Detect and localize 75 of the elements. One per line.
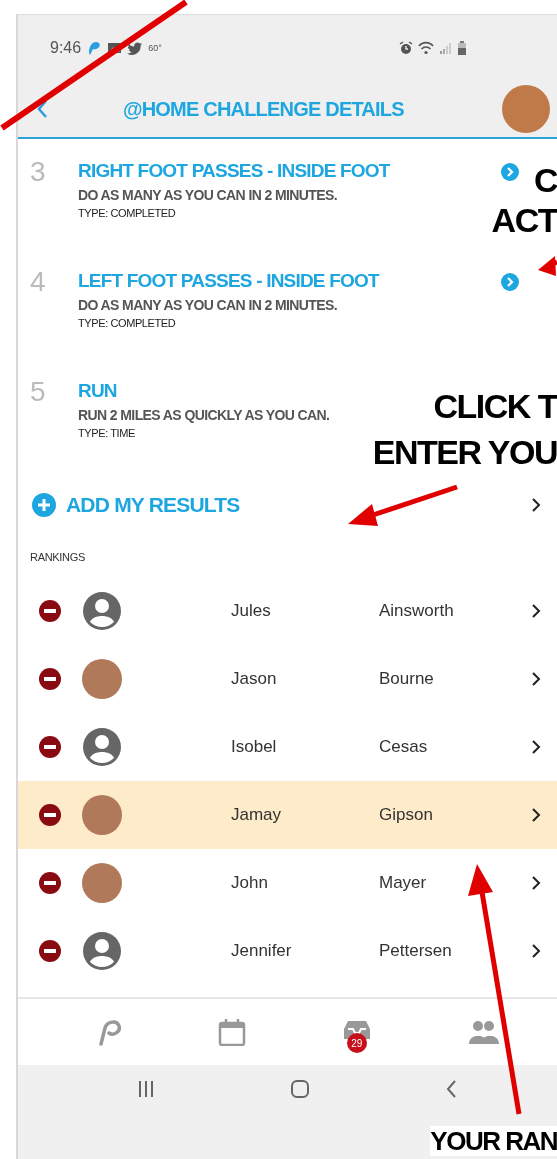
plus-circle-icon: [32, 493, 56, 517]
app-logo-icon: [86, 40, 103, 56]
back-icon[interactable]: [445, 1079, 457, 1099]
step-title: RUN: [78, 379, 117, 403]
step-number: 5: [29, 377, 47, 407]
user-icon: [82, 727, 122, 767]
remove-icon[interactable]: [39, 940, 61, 962]
notification-badge: 29: [346, 1033, 367, 1053]
remove-icon[interactable]: [39, 804, 61, 826]
avatar-photo-placeholder: [82, 795, 122, 835]
step-description: RUN 2 MILES AS QUICKLY AS YOU CAN.: [78, 406, 330, 425]
avatar-photo-placeholder[interactable]: [502, 85, 550, 133]
temperature-text: 60°: [148, 43, 162, 53]
wifi-icon: [418, 41, 434, 55]
step-type: TYPE: COMPLETED: [78, 316, 176, 331]
step-title: RIGHT FOOT PASSES - INSIDE FOOT: [78, 159, 390, 183]
ranking-row[interactable]: Jennifer Pettersen: [18, 917, 557, 985]
alarm-icon: [399, 41, 413, 55]
back-icon[interactable]: [36, 99, 48, 119]
last-name: Ainsworth: [379, 601, 455, 621]
chevron-circle-icon[interactable]: [501, 273, 519, 291]
first-name: Jules: [231, 601, 272, 621]
ranking-row[interactable]: Jules Ainsworth: [18, 577, 557, 645]
calendar-icon[interactable]: [218, 1018, 247, 1046]
step-type: TYPE: COMPLETED: [78, 206, 176, 221]
chevron-icon: [531, 807, 541, 823]
chevron-icon: [531, 739, 541, 755]
chevron-circle-icon[interactable]: [501, 163, 519, 181]
annotation-text: ACT: [491, 200, 557, 240]
people-icon[interactable]: [467, 1018, 500, 1046]
remove-icon[interactable]: [39, 736, 61, 758]
step-description: DO AS MANY AS YOU CAN IN 2 MINUTES.: [78, 296, 338, 315]
annotation-text: CLICK T: [433, 386, 557, 426]
first-name: John: [231, 873, 269, 893]
user-icon: [82, 931, 122, 971]
remove-icon[interactable]: [39, 668, 61, 690]
signal-icon: [439, 41, 452, 55]
section-label: RANKINGS: [29, 550, 87, 565]
ranking-row[interactable]: Jason Bourne: [18, 645, 557, 713]
last-name: Bourne: [379, 669, 435, 689]
step-description: DO AS MANY AS YOU CAN IN 2 MINUTES.: [78, 186, 338, 205]
remove-icon[interactable]: [39, 600, 61, 622]
chevron-icon: [531, 943, 541, 959]
ranking-row[interactable]: Jamay Gipson: [18, 781, 557, 849]
home-icon[interactable]: [289, 1079, 310, 1099]
step-type: TYPE: TIME: [78, 426, 135, 441]
first-name: Jennifer: [231, 941, 293, 961]
screen-title: @HOME CHALLENGE DETAILS: [123, 97, 405, 121]
first-name: Jason: [231, 669, 278, 689]
recent-apps-icon[interactable]: [138, 1079, 154, 1099]
remove-icon[interactable]: [39, 872, 61, 894]
last-name: Gipson: [379, 805, 434, 825]
step-title: LEFT FOOT PASSES - INSIDE FOOT: [78, 269, 379, 293]
battery-icon: [457, 41, 467, 55]
ranking-row[interactable]: Isobel Cesas: [18, 713, 557, 781]
status-time: 9:46: [50, 39, 82, 57]
chevron-icon: [531, 497, 541, 513]
last-name: Cesas: [379, 737, 429, 757]
avatar-photo-placeholder: [82, 863, 122, 903]
chevron-icon: [531, 603, 541, 619]
chevron-icon: [531, 875, 541, 891]
annotation-arrow: [538, 256, 557, 276]
annotation-text: ENTER YOU: [372, 432, 557, 472]
avatar-photo-placeholder: [82, 659, 122, 699]
first-name: Isobel: [231, 737, 278, 757]
annotation-text: YOUR RAN: [430, 1126, 557, 1156]
last-name: Pettersen: [379, 941, 453, 961]
chevron-icon: [531, 671, 541, 687]
annotation-text: C: [533, 160, 557, 200]
last-name: Mayer: [379, 873, 428, 893]
step-number: 3: [29, 157, 47, 187]
user-icon: [82, 591, 122, 631]
first-name: Jamay: [231, 805, 283, 825]
step-number: 4: [29, 267, 47, 297]
bird-icon: [127, 41, 144, 55]
